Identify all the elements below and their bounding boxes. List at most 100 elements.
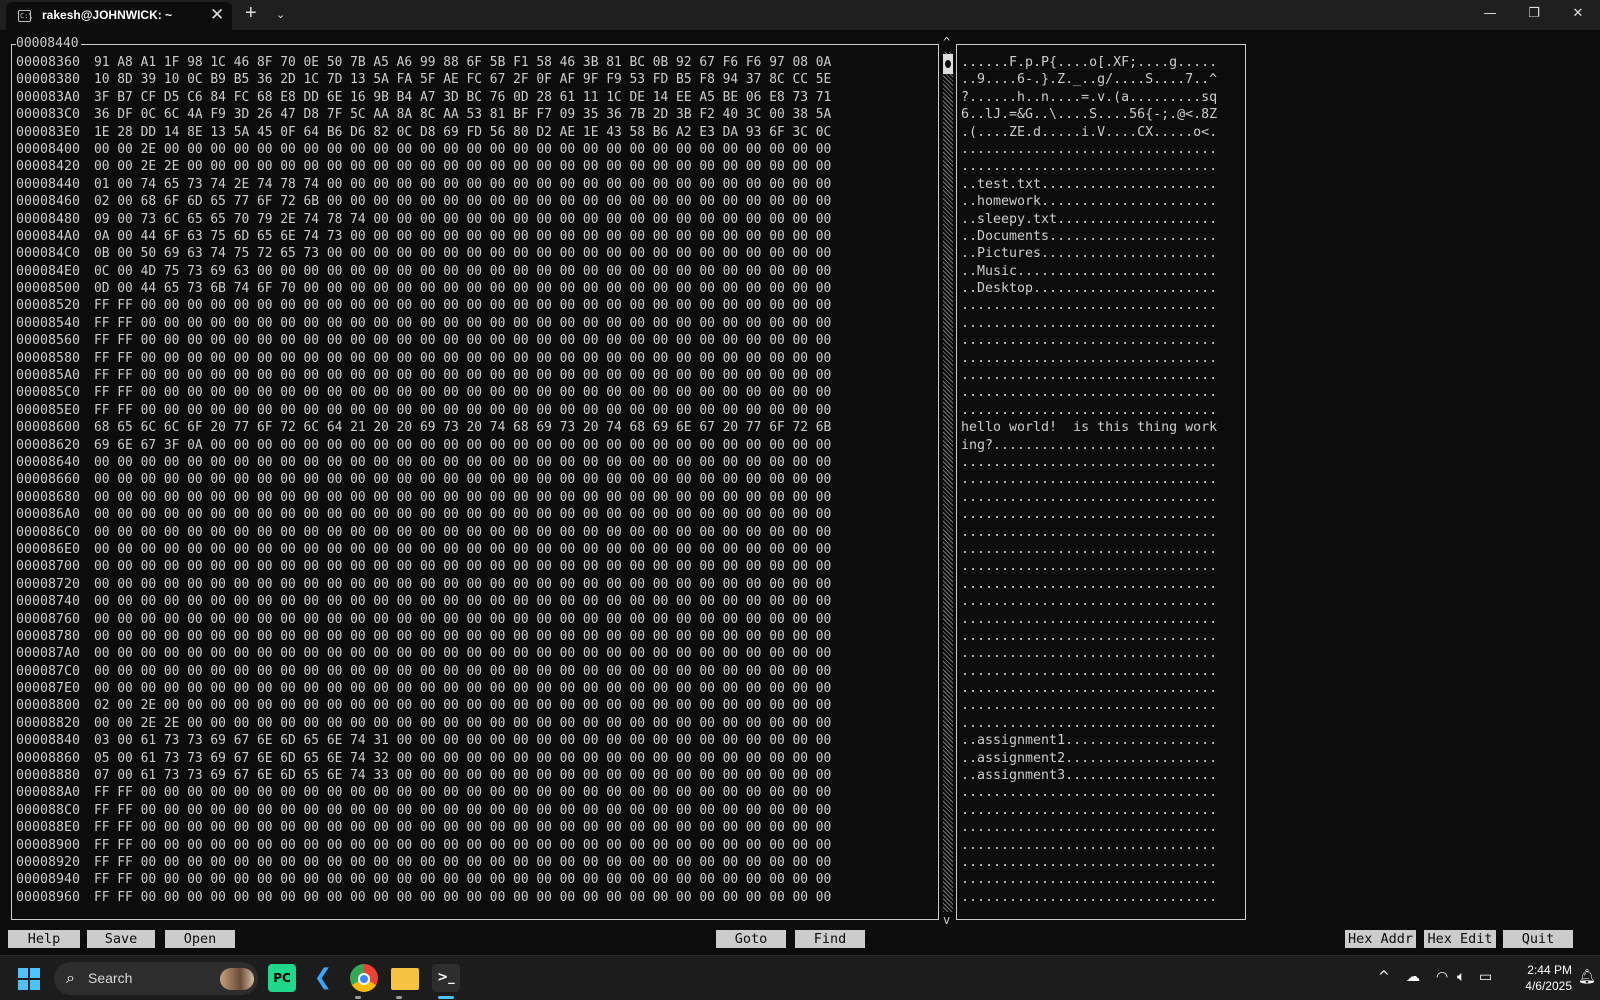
tray-chevron-icon[interactable]: ^ bbox=[1378, 969, 1390, 985]
hex-row[interactable]: 000083C0 36 DF 0C 6C 4A F9 3D 26 47 D8 7F… bbox=[16, 106, 930, 123]
ascii-row[interactable]: .(....ZE.d.....i.V....CX.....o<. bbox=[961, 124, 1217, 141]
row-bytes[interactable]: 00 00 2E 2E 00 00 00 00 00 00 00 00 00 0… bbox=[94, 158, 930, 175]
hex-row[interactable]: 00008520 FF FF 00 00 00 00 00 00 00 00 00… bbox=[16, 297, 930, 314]
ascii-row[interactable]: ................................ bbox=[961, 854, 1217, 871]
row-bytes[interactable]: 07 00 61 73 73 69 67 6E 6D 65 6E 74 33 0… bbox=[94, 767, 930, 784]
ascii-row[interactable]: ?......h..n....=.v.(a.........sq bbox=[961, 89, 1217, 106]
row-bytes[interactable]: 03 00 61 73 73 69 67 6E 6D 65 6E 74 31 0… bbox=[94, 732, 930, 749]
scroll-up-arrow[interactable]: ^ bbox=[943, 36, 950, 48]
hex-row[interactable]: 00008420 00 00 2E 2E 00 00 00 00 00 00 00… bbox=[16, 158, 930, 175]
hex-row[interactable]: 00008540 FF FF 00 00 00 00 00 00 00 00 00… bbox=[16, 315, 930, 332]
ascii-row[interactable]: ................................ bbox=[961, 524, 1217, 541]
ascii-row[interactable]: ..9....6-.}.Z._..g/....S....7..^ bbox=[961, 71, 1217, 88]
ascii-row[interactable]: ..test.txt...................... bbox=[961, 176, 1217, 193]
row-bytes[interactable]: 00 00 00 00 00 00 00 00 00 00 00 00 00 0… bbox=[94, 628, 930, 645]
hex-row[interactable]: 00008580 FF FF 00 00 00 00 00 00 00 00 00… bbox=[16, 350, 930, 367]
scrollbar-thumb[interactable] bbox=[943, 54, 953, 74]
ascii-row[interactable]: ................................ bbox=[961, 489, 1217, 506]
ascii-row[interactable]: ................................ bbox=[961, 506, 1217, 523]
notification-bell-icon[interactable]: 🔔︎ bbox=[1578, 969, 1596, 985]
ascii-row[interactable]: ................................ bbox=[961, 367, 1217, 384]
row-bytes[interactable]: 00 00 00 00 00 00 00 00 00 00 00 00 00 0… bbox=[94, 645, 930, 662]
ascii-row[interactable]: ................................ bbox=[961, 663, 1217, 680]
row-bytes[interactable]: 36 DF 0C 6C 4A F9 3D 26 47 D8 7F 5C AA 8… bbox=[94, 106, 930, 123]
ascii-row[interactable]: ................................ bbox=[961, 802, 1217, 819]
row-bytes[interactable]: 00 00 00 00 00 00 00 00 00 00 00 00 00 0… bbox=[94, 680, 930, 697]
ascii-row[interactable]: ................................ bbox=[961, 680, 1217, 697]
onedrive-icon[interactable]: ☁ bbox=[1406, 969, 1420, 985]
hex-row[interactable]: 000088A0 FF FF 00 00 00 00 00 00 00 00 00… bbox=[16, 784, 930, 801]
row-bytes[interactable]: 0B 00 50 69 63 74 75 72 65 73 00 00 00 0… bbox=[94, 245, 930, 262]
row-bytes[interactable]: 68 65 6C 6C 6F 20 77 6F 72 6C 64 21 20 2… bbox=[94, 419, 930, 436]
ascii-row[interactable]: ing?............................ bbox=[961, 437, 1217, 454]
row-bytes[interactable]: FF FF 00 00 00 00 00 00 00 00 00 00 00 0… bbox=[94, 350, 930, 367]
hex-row[interactable]: 000087E0 00 00 00 00 00 00 00 00 00 00 00… bbox=[16, 680, 930, 697]
hex-row[interactable]: 00008640 00 00 00 00 00 00 00 00 00 00 00… bbox=[16, 454, 930, 471]
ascii-row[interactable]: ..homework...................... bbox=[961, 193, 1217, 210]
row-bytes[interactable]: 00 00 00 00 00 00 00 00 00 00 00 00 00 0… bbox=[94, 541, 930, 558]
row-bytes[interactable]: FF FF 00 00 00 00 00 00 00 00 00 00 00 0… bbox=[94, 315, 930, 332]
scrollbar-track[interactable] bbox=[943, 52, 953, 912]
hex-row[interactable]: 000087A0 00 00 00 00 00 00 00 00 00 00 00… bbox=[16, 645, 930, 662]
row-bytes[interactable]: 00 00 00 00 00 00 00 00 00 00 00 00 00 0… bbox=[94, 506, 930, 523]
ascii-row[interactable]: ................................ bbox=[961, 715, 1217, 732]
hex-row[interactable]: 00008840 03 00 61 73 73 69 67 6E 6D 65 6E… bbox=[16, 732, 930, 749]
windows-start-icon[interactable] bbox=[18, 968, 40, 990]
ascii-row[interactable]: ................................ bbox=[961, 315, 1217, 332]
ascii-row[interactable]: ................................ bbox=[961, 889, 1217, 906]
row-bytes[interactable]: 00 00 00 00 00 00 00 00 00 00 00 00 00 0… bbox=[94, 593, 930, 610]
vscode-icon[interactable]: ❮ bbox=[309, 964, 337, 992]
help-button[interactable]: Help bbox=[8, 930, 80, 948]
ascii-row[interactable]: ................................ bbox=[961, 454, 1217, 471]
hex-row[interactable]: 00008400 00 00 2E 00 00 00 00 00 00 00 00… bbox=[16, 141, 930, 158]
row-bytes[interactable]: FF FF 00 00 00 00 00 00 00 00 00 00 00 0… bbox=[94, 332, 930, 349]
hex-row[interactable]: 00008720 00 00 00 00 00 00 00 00 00 00 00… bbox=[16, 576, 930, 593]
ascii-row[interactable]: ................................ bbox=[961, 871, 1217, 888]
row-bytes[interactable]: 00 00 00 00 00 00 00 00 00 00 00 00 00 0… bbox=[94, 558, 930, 575]
hex-row[interactable]: 00008940 FF FF 00 00 00 00 00 00 00 00 00… bbox=[16, 871, 930, 888]
row-bytes[interactable]: 02 00 2E 00 00 00 00 00 00 00 00 00 00 0… bbox=[94, 697, 930, 714]
close-tab-icon[interactable]: ✕ bbox=[210, 5, 224, 25]
row-bytes[interactable]: 00 00 00 00 00 00 00 00 00 00 00 00 00 0… bbox=[94, 524, 930, 541]
row-bytes[interactable]: 00 00 00 00 00 00 00 00 00 00 00 00 00 0… bbox=[94, 576, 930, 593]
hex-row[interactable]: 000083A0 3F B7 CF D5 C6 84 FC 68 E8 DD 6E… bbox=[16, 89, 930, 106]
hex-row[interactable]: 000084C0 0B 00 50 69 63 74 75 72 65 73 00… bbox=[16, 245, 930, 262]
volume-icon[interactable]: 🔈︎ bbox=[1457, 969, 1465, 985]
row-bytes[interactable]: 00 00 00 00 00 00 00 00 00 00 00 00 00 0… bbox=[94, 489, 930, 506]
hex-row[interactable]: 00008700 00 00 00 00 00 00 00 00 00 00 00… bbox=[16, 558, 930, 575]
hex-row[interactable]: 000085C0 FF FF 00 00 00 00 00 00 00 00 00… bbox=[16, 384, 930, 401]
hex-row[interactable]: 000086E0 00 00 00 00 00 00 00 00 00 00 00… bbox=[16, 541, 930, 558]
clock[interactable]: 2:44 PM 4/6/2025 bbox=[1500, 962, 1572, 994]
row-bytes[interactable]: 1E 28 DD 14 8E 13 5A 45 0F 64 B6 D6 82 0… bbox=[94, 124, 930, 141]
hex-row[interactable]: 000088E0 FF FF 00 00 00 00 00 00 00 00 00… bbox=[16, 819, 930, 836]
ascii-row[interactable]: ..Music......................... bbox=[961, 263, 1217, 280]
row-bytes[interactable]: 00 00 2E 00 00 00 00 00 00 00 00 00 00 0… bbox=[94, 141, 930, 158]
row-bytes[interactable]: 91 A8 A1 1F 98 1C 46 8F 70 0E 50 7B A5 A… bbox=[94, 54, 930, 71]
row-bytes[interactable]: 01 00 74 65 73 74 2E 74 78 74 00 00 00 0… bbox=[94, 176, 930, 193]
ascii-row[interactable]: ................................ bbox=[961, 697, 1217, 714]
ascii-row[interactable]: 6..lJ.=&G..\....S....56{-;.@<.8Z bbox=[961, 106, 1217, 123]
hex-row[interactable]: 00008460 02 00 68 6F 6D 65 77 6F 72 6B 00… bbox=[16, 193, 930, 210]
row-bytes[interactable]: FF FF 00 00 00 00 00 00 00 00 00 00 00 0… bbox=[94, 784, 930, 801]
hex-row[interactable]: 00008680 00 00 00 00 00 00 00 00 00 00 00… bbox=[16, 489, 930, 506]
hex-row[interactable]: 00008480 09 00 73 6C 65 65 70 79 2E 74 78… bbox=[16, 211, 930, 228]
ascii-row[interactable]: ......F.p.P{....o[.XF;....g..... bbox=[961, 54, 1217, 71]
row-bytes[interactable]: FF FF 00 00 00 00 00 00 00 00 00 00 00 0… bbox=[94, 802, 930, 819]
row-bytes[interactable]: FF FF 00 00 00 00 00 00 00 00 00 00 00 0… bbox=[94, 871, 930, 888]
ascii-row[interactable]: ................................ bbox=[961, 332, 1217, 349]
wifi-icon[interactable]: ◠ bbox=[1436, 969, 1448, 985]
row-bytes[interactable]: 00 00 2E 2E 00 00 00 00 00 00 00 00 00 0… bbox=[94, 715, 930, 732]
ascii-row[interactable]: ................................ bbox=[961, 784, 1217, 801]
terminal-app-icon[interactable]: >_ bbox=[432, 964, 460, 992]
ascii-row[interactable]: ................................ bbox=[961, 558, 1217, 575]
ascii-row[interactable]: ................................ bbox=[961, 628, 1217, 645]
hex-row[interactable]: 00008860 05 00 61 73 73 69 67 6E 6D 65 6E… bbox=[16, 750, 930, 767]
hex-row[interactable]: 000085E0 FF FF 00 00 00 00 00 00 00 00 00… bbox=[16, 402, 930, 419]
ascii-row[interactable]: ................................ bbox=[961, 141, 1217, 158]
row-bytes[interactable]: 05 00 61 73 73 69 67 6E 6D 65 6E 74 32 0… bbox=[94, 750, 930, 767]
chrome-icon[interactable] bbox=[350, 964, 378, 992]
hex-row[interactable]: 00008500 0D 00 44 65 73 6B 74 6F 70 00 00… bbox=[16, 280, 930, 297]
minimize-button[interactable]: — bbox=[1468, 0, 1512, 30]
row-bytes[interactable]: FF FF 00 00 00 00 00 00 00 00 00 00 00 0… bbox=[94, 854, 930, 871]
ascii-row[interactable]: ..assignment3................... bbox=[961, 767, 1217, 784]
